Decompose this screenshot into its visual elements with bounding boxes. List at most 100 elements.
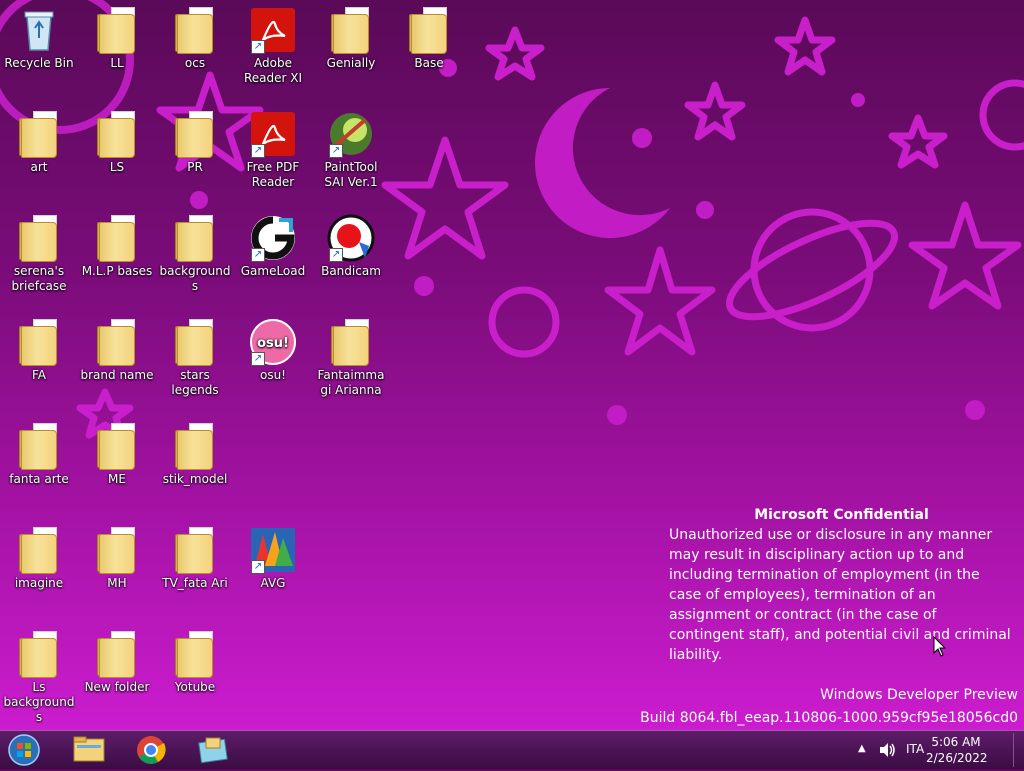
folder-icon bbox=[171, 422, 219, 470]
build-edition: Windows Developer Preview bbox=[820, 687, 1018, 703]
desktop-icon-bandicam[interactable]: ↗ Bandicam bbox=[312, 214, 390, 279]
show-desktop-button[interactable] bbox=[1013, 733, 1024, 767]
desktop-icon-brand-name[interactable]: brand name bbox=[78, 318, 156, 383]
taskbar-chrome-button[interactable] bbox=[126, 733, 178, 767]
desktop-icon-label: art bbox=[30, 160, 48, 174]
desktop-icon-gameload[interactable]: ↗ GameLoad bbox=[234, 214, 312, 279]
desktop-icon-stik-model[interactable]: stik_model bbox=[156, 422, 234, 487]
desktop-icon-label: Base bbox=[414, 56, 444, 70]
desktop-icon-adobe-reader-xi[interactable]: ↗ Adobe Reader XI bbox=[234, 6, 312, 86]
taskbar-clock[interactable]: 5:06 AM 2/26/2022 bbox=[926, 734, 988, 766]
desktop-icon-imagine[interactable]: imagine bbox=[0, 526, 78, 591]
folder-icon bbox=[93, 318, 141, 366]
desktop-icon-free-pdf-reader[interactable]: ↗ Free PDF Reader bbox=[234, 110, 312, 190]
star-shape bbox=[908, 201, 1022, 310]
notice-title: Microsoft Confidential bbox=[754, 507, 929, 523]
desktop-icon-label: LL bbox=[110, 56, 124, 70]
desktop-icon-label: TV_fata Ari bbox=[162, 576, 228, 590]
taskbar-control-panel-button[interactable] bbox=[188, 733, 240, 767]
desktop-icon-label: brand name bbox=[80, 368, 154, 382]
system-tray: ▲ ITA 5:06 AM 2/26/2022 bbox=[844, 731, 1024, 769]
desktop-icon-fanta-arte[interactable]: fanta arte bbox=[0, 422, 78, 487]
sai-icon: ↗ bbox=[327, 110, 375, 158]
desktop-icon-yotube[interactable]: Yotube bbox=[156, 630, 234, 695]
volume-icon[interactable] bbox=[878, 741, 896, 759]
desktop-icon-label: imagine bbox=[14, 576, 64, 590]
clock-time: 5:06 AM bbox=[931, 735, 981, 749]
desktop-icon-m-l-p-bases[interactable]: M.L.P bases bbox=[78, 214, 156, 279]
desktop-icon-avg[interactable]: ↗ AVG bbox=[234, 526, 312, 591]
desktop-icon-painttool-sai-ver-1[interactable]: ↗ PaintTool SAI Ver.1 bbox=[312, 110, 390, 190]
desktop-icon-label: Free PDF Reader bbox=[246, 160, 300, 189]
shortcut-arrow-icon: ↗ bbox=[329, 248, 343, 262]
desktop-icon-backgrounds[interactable]: backgrounds bbox=[156, 214, 234, 294]
desktop-icon-recycle-bin[interactable]: Recycle Bin bbox=[0, 6, 78, 71]
desktop-icon-ls[interactable]: LS bbox=[78, 110, 156, 175]
desktop-icon-label: ocs bbox=[184, 56, 206, 70]
desktop-icon-ls-backgrounds[interactable]: Ls backgrounds bbox=[0, 630, 78, 725]
desktop-icon-tv-fata-ari[interactable]: TV_fata Ari bbox=[156, 526, 234, 591]
planet-shape bbox=[979, 79, 1024, 151]
desktop-icon-label: LS bbox=[109, 160, 125, 174]
desktop-icon-base[interactable]: Base bbox=[390, 6, 468, 71]
folder-icon bbox=[93, 110, 141, 158]
desktop-icon-label: Fantaimmagi Arianna bbox=[317, 368, 385, 397]
folder-icon bbox=[93, 526, 141, 574]
clock-date: 2/26/2022 bbox=[926, 751, 988, 765]
file-explorer-icon bbox=[73, 736, 105, 762]
desktop-icon-art[interactable]: art bbox=[0, 110, 78, 175]
desktop-icon-ocs[interactable]: ocs bbox=[156, 6, 234, 71]
folder-icon bbox=[15, 630, 63, 678]
desktop-icon-label: M.L.P bases bbox=[81, 264, 153, 278]
folder-icon bbox=[171, 526, 219, 574]
desktop-icon-pr[interactable]: PR bbox=[156, 110, 234, 175]
desktop-icon-label: backgrounds bbox=[159, 264, 231, 293]
folder-icon bbox=[15, 422, 63, 470]
folder-icon bbox=[15, 526, 63, 574]
folder-icon bbox=[171, 214, 219, 262]
folder-icon bbox=[93, 630, 141, 678]
notice-body: Unauthorized use or disclosure in any ma… bbox=[669, 527, 1011, 663]
desktop-icon-label: New folder bbox=[84, 680, 150, 694]
desktop-icon-osu[interactable]: osu! ↗ osu! bbox=[234, 318, 312, 383]
osu-icon: osu! ↗ bbox=[249, 318, 297, 366]
star-shape bbox=[684, 81, 746, 141]
desktop-icon-me[interactable]: ME bbox=[78, 422, 156, 487]
taskbar: ▲ ITA 5:06 AM 2/26/2022 bbox=[0, 730, 1024, 769]
desktop-icon-label: MH bbox=[107, 576, 127, 590]
folder-icon bbox=[93, 422, 141, 470]
desktop-icon-stars-legends[interactable]: stars legends bbox=[156, 318, 234, 398]
taskbar-file-explorer-button[interactable] bbox=[64, 733, 116, 767]
shortcut-arrow-icon: ↗ bbox=[251, 560, 265, 574]
build-number: Build 8064.fbl_eeap.110806-1000.959cf95e… bbox=[640, 710, 1018, 726]
build-watermark: Windows Developer Preview Build 8064.fbl… bbox=[640, 684, 1018, 730]
desktop-icon-ll[interactable]: LL bbox=[78, 6, 156, 71]
star-shape bbox=[888, 114, 948, 169]
desktop-icon-serena-s-briefcase[interactable]: serena's briefcase bbox=[0, 214, 78, 294]
star-shape bbox=[485, 26, 545, 81]
chrome-icon bbox=[137, 736, 166, 764]
start-orb-icon bbox=[8, 734, 40, 766]
desktop-icon-label: Genially bbox=[326, 56, 376, 70]
input-language-indicator[interactable]: ITA bbox=[906, 742, 924, 756]
desktop-icon-label: ME bbox=[108, 472, 126, 486]
desktop-icon-label: Recycle Bin bbox=[4, 56, 74, 70]
planet-shape bbox=[750, 208, 874, 332]
folder-icon bbox=[327, 6, 375, 54]
shortcut-arrow-icon: ↗ bbox=[251, 40, 265, 54]
desktop-icon-mh[interactable]: MH bbox=[78, 526, 156, 591]
planet-shape bbox=[488, 286, 560, 358]
desktop-icon-genially[interactable]: Genially bbox=[312, 6, 390, 71]
folder-icon bbox=[171, 110, 219, 158]
show-hidden-icons-chevron-up-icon[interactable]: ▲ bbox=[858, 743, 866, 754]
desktop-icon-fa[interactable]: FA bbox=[0, 318, 78, 383]
desktop-icon-label: PaintTool SAI Ver.1 bbox=[324, 160, 378, 189]
desktop-icon-fantaimmagi-arianna[interactable]: Fantaimmagi Arianna bbox=[312, 318, 390, 398]
start-button[interactable] bbox=[2, 733, 52, 767]
star-shape bbox=[774, 16, 836, 76]
avg-icon: ↗ bbox=[249, 526, 297, 574]
desktop-icon-label: Ls backgrounds bbox=[3, 680, 75, 724]
shortcut-arrow-icon: ↗ bbox=[251, 248, 265, 262]
desktop-icon-new-folder[interactable]: New folder bbox=[78, 630, 156, 695]
svg-text:osu!: osu! bbox=[257, 336, 289, 351]
